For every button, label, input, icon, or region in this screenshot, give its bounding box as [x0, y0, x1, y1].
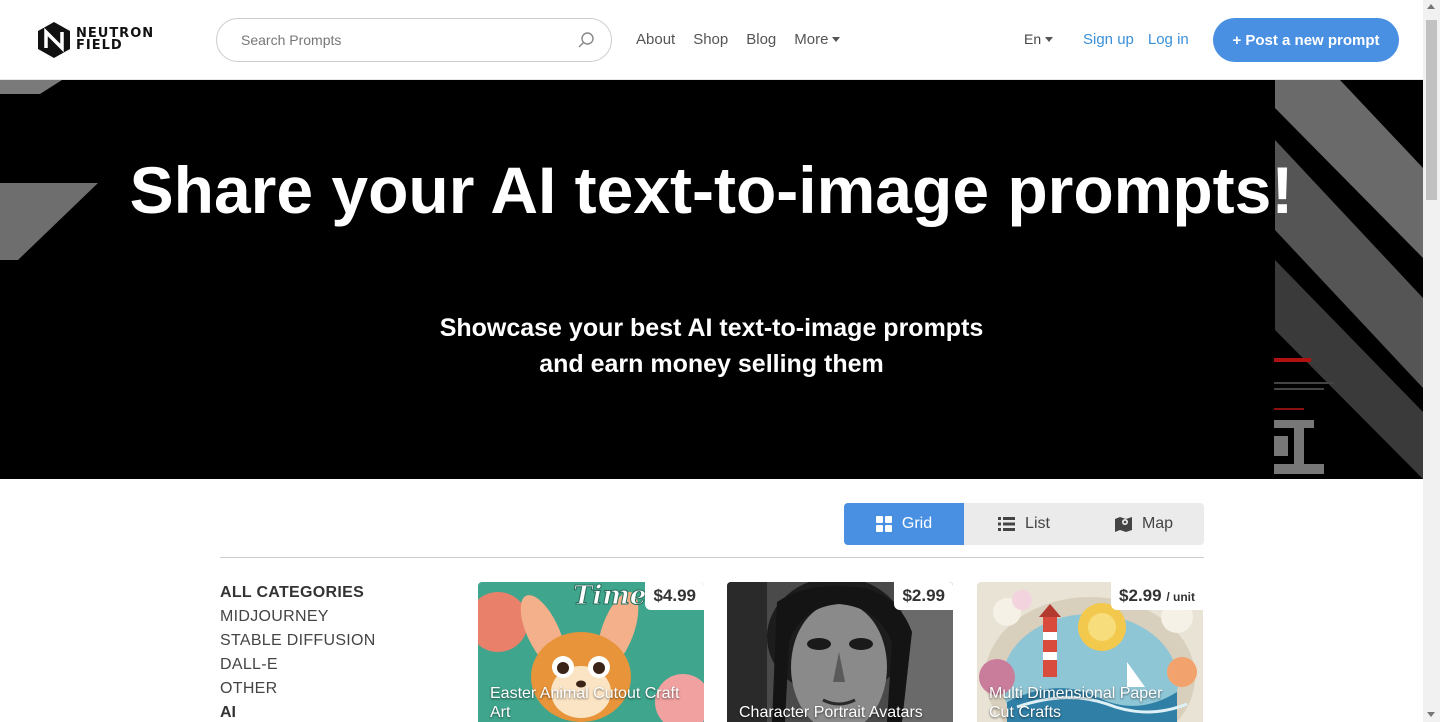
logo-icon: [38, 22, 70, 58]
login-link[interactable]: Log in: [1148, 31, 1189, 48]
nav-about[interactable]: About: [636, 31, 675, 48]
prompt-card[interactable]: Time $4.99 Easter Animal Cutout Craft Ar…: [478, 582, 704, 722]
search-input[interactable]: [241, 32, 577, 48]
chevron-down-icon: [1045, 36, 1054, 42]
site-logo[interactable]: NEUTRON FIELD: [36, 20, 186, 60]
card-title[interactable]: Easter Animal Cutout Craft Art: [490, 684, 690, 722]
card-price: $2.99: [894, 582, 953, 610]
category-other[interactable]: OTHER: [220, 680, 376, 704]
prompt-card[interactable]: $2.99 Character Portrait Avatars: [727, 582, 953, 722]
main-nav: About Shop Blog More: [636, 31, 841, 48]
logo-text: NEUTRON FIELD: [76, 27, 154, 53]
card-price-value: $2.99: [902, 586, 945, 605]
nav-more-label: More: [794, 31, 829, 48]
card-price-value: $4.99: [653, 586, 696, 605]
category-list: ALL CATEGORIES MIDJOURNEY STABLE DIFFUSI…: [220, 584, 376, 722]
logo-line-2: FIELD: [76, 38, 123, 53]
language-label: En: [1024, 31, 1042, 47]
scroll-up-arrow-icon[interactable]: [1427, 4, 1435, 9]
nav-more[interactable]: More: [794, 31, 841, 48]
view-toggle: Grid List Map: [844, 503, 1204, 545]
card-price-value: $2.99: [1119, 586, 1162, 605]
nav-shop[interactable]: Shop: [693, 31, 728, 48]
view-map-button[interactable]: Map: [1084, 503, 1204, 545]
view-grid-button[interactable]: Grid: [844, 503, 964, 545]
page-scrollbar[interactable]: [1423, 0, 1440, 722]
chevron-down-icon: [832, 37, 841, 42]
grid-icon: [875, 516, 892, 532]
category-midjourney[interactable]: MIDJOURNEY: [220, 608, 376, 632]
hero-banner: Share your AI text-to-image prompts! Sho…: [0, 80, 1423, 479]
card-price: $4.99: [645, 582, 704, 610]
auth-links: Sign up Log in: [1083, 31, 1189, 48]
card-title[interactable]: Character Portrait Avatars: [739, 703, 939, 722]
hero-decoration: [0, 80, 1423, 479]
category-dall-e[interactable]: DALL-E: [220, 656, 376, 680]
section-divider: [220, 557, 1204, 558]
nav-blog[interactable]: Blog: [746, 31, 776, 48]
site-header: NEUTRON FIELD About Shop Blog More En Si…: [0, 0, 1423, 80]
map-icon: [1114, 517, 1132, 532]
search-icon[interactable]: [577, 31, 595, 49]
card-price-unit: / unit: [1166, 590, 1195, 604]
category-all[interactable]: ALL CATEGORIES: [220, 584, 376, 608]
signup-link[interactable]: Sign up: [1083, 31, 1134, 48]
search-bar[interactable]: [216, 18, 612, 62]
card-price: $2.99 / unit: [1111, 582, 1203, 610]
view-list-button[interactable]: List: [964, 503, 1084, 545]
scroll-thumb[interactable]: [1426, 20, 1437, 200]
view-map-label: Map: [1141, 515, 1174, 532]
category-stable-diffusion[interactable]: STABLE DIFFUSION: [220, 632, 376, 656]
hero-subtitle-line-2: and earn money selling them: [539, 350, 884, 378]
hero-title: Share your AI text-to-image prompts!: [129, 153, 1294, 227]
list-icon: [998, 517, 1016, 531]
card-title[interactable]: Multi Dimensional Paper Cut Crafts: [989, 684, 1189, 722]
hero-subtitle-line-1: Showcase your best AI text-to-image prom…: [439, 314, 984, 342]
scroll-down-arrow-icon[interactable]: [1427, 712, 1435, 717]
hero-subtitle: Showcase your best AI text-to-image prom…: [0, 310, 1423, 382]
view-grid-label: Grid: [901, 515, 933, 532]
post-prompt-button[interactable]: + Post a new prompt: [1213, 18, 1399, 62]
prompt-card[interactable]: $2.99 / unit Multi Dimensional Paper Cut…: [977, 582, 1203, 722]
category-section-heading: AI: [220, 704, 236, 721]
language-selector[interactable]: En: [1024, 31, 1054, 47]
view-list-label: List: [1025, 515, 1050, 532]
card-image-text: Time: [573, 582, 646, 611]
